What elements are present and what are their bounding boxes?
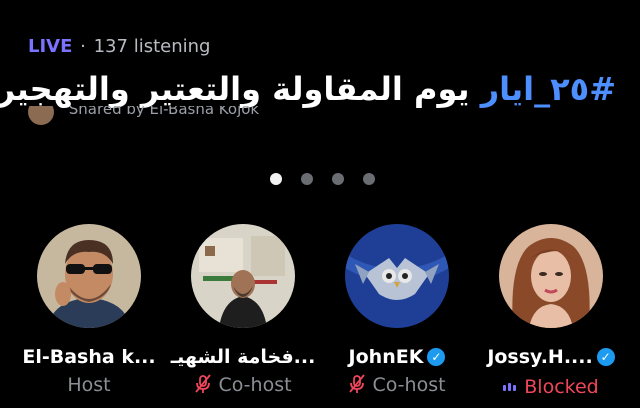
carousel-dot-2[interactable] (301, 173, 313, 185)
speaker-blocked[interactable]: Jossy.H.... ✓ Blocked (476, 224, 626, 398)
muted-mic-icon (349, 374, 366, 393)
carousel-indicator (270, 170, 394, 189)
speaker-role-label: Blocked (524, 376, 599, 398)
woman-photo-icon (499, 224, 603, 328)
speaker-role: Co-host (168, 374, 318, 396)
speaker-name: فخامة الشهيـ... (170, 346, 316, 368)
carousel-dot-1[interactable] (270, 173, 282, 185)
live-status: LIVE · 137 listening (28, 36, 210, 57)
speaker-avatar[interactable] (499, 224, 603, 328)
speaker-cohost-2[interactable]: JohnEK ✓ Co-host (322, 224, 472, 396)
speaker-host[interactable]: El-Basha k... Host (14, 224, 164, 396)
speaker-name-text: JohnEK (348, 346, 424, 368)
speaker-avatar[interactable] (37, 224, 141, 328)
speaker-role: Blocked (476, 374, 626, 398)
speaker-cohost-1[interactable]: فخامة الشهيـ... Co-host (168, 224, 318, 396)
title-hashtag[interactable]: #٢٥_ايار (481, 70, 616, 108)
speaker-name: El-Basha k... (22, 346, 156, 368)
speaker-name: Jossy.H.... ✓ (476, 346, 626, 368)
carousel-dot-4[interactable] (363, 173, 375, 185)
person-photo-icon (191, 224, 295, 328)
owl-artwork-icon (345, 224, 449, 328)
speaker-role-label: Co-host (218, 374, 292, 396)
sharer-avatar (28, 106, 54, 125)
live-label: LIVE (28, 36, 73, 57)
speaker-role: Co-host (322, 374, 472, 396)
speaker-name: JohnEK ✓ (322, 346, 472, 368)
space-title: #٢٥_ايار يوم المقاولة والتعتير والتهجير (0, 70, 616, 108)
status-separator: · (80, 36, 86, 57)
speaker-avatar[interactable] (191, 224, 295, 328)
verified-badge-icon: ✓ (596, 348, 615, 366)
shared-by-row[interactable]: Shared by El-Basha Kojok (28, 106, 358, 128)
cartoon-portrait-icon (37, 224, 141, 328)
shared-by-text: Shared by El-Basha Kojok (68, 106, 260, 118)
verified-badge-icon: ✓ (427, 348, 446, 366)
carousel-dot-3[interactable] (332, 173, 344, 185)
muted-mic-icon (195, 374, 212, 393)
listener-count: 137 listening (93, 36, 211, 57)
speaker-avatar[interactable] (345, 224, 449, 328)
title-text: يوم المقاولة والتعتير والتهجير (0, 70, 481, 108)
speaker-role: Host (67, 374, 111, 396)
speaker-role-label: Co-host (372, 374, 446, 396)
speaker-name-text: Jossy.H.... (487, 346, 593, 368)
speaking-bars-icon (503, 374, 518, 396)
